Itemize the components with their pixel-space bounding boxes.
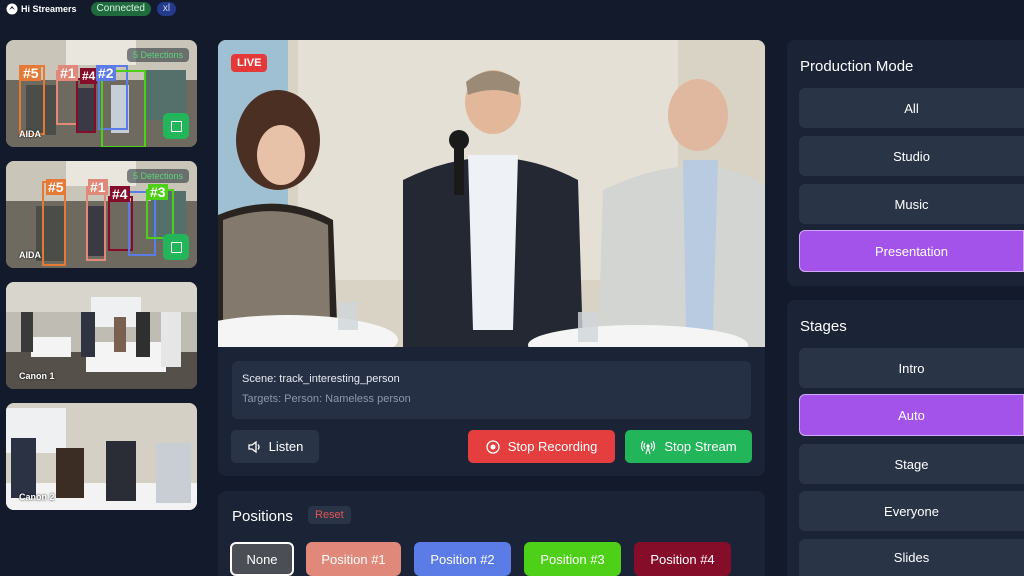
- position-4-button[interactable]: Position #4: [634, 542, 731, 576]
- detection-box: [76, 78, 96, 133]
- stage-intro-button[interactable]: Intro: [799, 348, 1024, 388]
- mode-label: All: [904, 100, 919, 116]
- listen-label: Listen: [268, 439, 304, 454]
- camera-label: Canon 2: [19, 492, 55, 502]
- detection-tag: #2: [96, 65, 116, 81]
- mode-label: Presentation: [875, 243, 948, 259]
- position-label: None: [246, 551, 278, 567]
- stage-label: Slides: [893, 550, 930, 565]
- app-logo: Hi Streamers: [6, 3, 77, 15]
- stage-slides-button[interactable]: Slides: [799, 539, 1024, 576]
- mode-all-button[interactable]: All: [799, 88, 1024, 128]
- camera-label: Canon 1: [19, 371, 55, 381]
- square-icon: [170, 120, 182, 132]
- stages-panel: Stages Intro Auto Stage Everyone Slides: [787, 300, 1024, 576]
- position-label: Position #4: [650, 551, 715, 567]
- app-name: Hi Streamers: [21, 4, 77, 14]
- stage-label: Auto: [898, 407, 925, 423]
- scene-info-box: Scene: track_interesting_person Targets:…: [232, 361, 751, 419]
- camera-label: AIDA: [19, 129, 41, 139]
- logo-icon: [6, 3, 18, 15]
- stage-label: Everyone: [884, 503, 939, 519]
- detection-tag: #4: [110, 186, 130, 202]
- detection-tag: #1: [88, 179, 108, 195]
- positions-title: Positions: [232, 508, 293, 525]
- scene-control-panel: Scene: track_interesting_person Targets:…: [218, 347, 765, 476]
- mode-label: Studio: [893, 148, 930, 164]
- select-camera-button[interactable]: [163, 113, 189, 139]
- detection-count-badge: 5 Detections: [126, 48, 189, 62]
- scene-name: Scene: track_interesting_person: [242, 373, 400, 385]
- mode-presentation-button[interactable]: Presentation: [799, 230, 1024, 272]
- stop-stream-label: Stop Stream: [664, 439, 737, 454]
- mode-studio-button[interactable]: Studio: [799, 136, 1024, 176]
- position-none-button[interactable]: None: [230, 542, 294, 576]
- detection-box: [101, 70, 146, 147]
- select-camera-button[interactable]: [163, 234, 189, 260]
- connection-status-badge: Connected: [90, 2, 151, 16]
- stage-label: Intro: [898, 360, 925, 376]
- stop-recording-button[interactable]: Stop Recording: [468, 430, 615, 463]
- detection-tag: #5: [21, 65, 41, 81]
- camera-thumb-canon-2[interactable]: Canon 2: [6, 403, 197, 510]
- camera-label: AIDA: [19, 250, 41, 260]
- detection-tag: #1: [58, 65, 78, 81]
- stage-label: Stage: [894, 456, 929, 472]
- listen-button[interactable]: Listen: [231, 430, 319, 463]
- square-icon: [170, 241, 182, 253]
- stage-everyone-button[interactable]: Everyone: [799, 491, 1024, 531]
- mode-label: Music: [894, 196, 929, 212]
- main-video-feed: LIVE: [218, 40, 765, 347]
- production-mode-title: Production Mode: [800, 58, 914, 75]
- top-bar: Hi Streamers Connected xl: [0, 0, 1024, 18]
- position-label: Position #3: [540, 551, 605, 567]
- position-label: Position #2: [430, 551, 495, 567]
- speaker-icon: [247, 440, 260, 453]
- stage-auto-button[interactable]: Auto: [799, 394, 1024, 436]
- camera-thumb-aida-1[interactable]: #5 #1 #4 #2 5 Detections AIDA: [6, 40, 197, 147]
- stage-stage-button[interactable]: Stage: [799, 444, 1024, 484]
- positions-panel: Positions Reset None Position #1 Positio…: [218, 491, 765, 576]
- size-badge: xl: [156, 2, 177, 16]
- scene-targets: Targets: Person: Nameless person: [242, 393, 411, 405]
- live-badge: LIVE: [231, 54, 268, 72]
- mode-music-button[interactable]: Music: [799, 184, 1024, 224]
- detection-count-badge: 5 Detections: [126, 169, 189, 183]
- detection-tag: #3: [148, 184, 168, 200]
- record-icon: [486, 439, 500, 454]
- camera-thumb-aida-2[interactable]: #5 #1 #4 #3 5 Detections AIDA: [6, 161, 197, 268]
- position-3-button[interactable]: Position #3: [524, 542, 621, 576]
- video-frame-image: [218, 40, 765, 347]
- detection-tag: #4: [80, 68, 98, 84]
- stop-recording-label: Stop Recording: [507, 439, 598, 454]
- broadcast-icon: [641, 440, 656, 454]
- stop-stream-button[interactable]: Stop Stream: [625, 430, 752, 463]
- position-label: Position #1: [321, 551, 386, 567]
- detection-tag: #5: [46, 179, 66, 195]
- stages-title: Stages: [800, 318, 847, 335]
- production-mode-panel: Production Mode All Studio Music Present…: [787, 40, 1024, 286]
- detection-box: [86, 186, 106, 261]
- position-1-button[interactable]: Position #1: [306, 542, 401, 576]
- reset-positions-button[interactable]: Reset: [308, 506, 351, 524]
- camera-thumb-canon-1[interactable]: Canon 1: [6, 282, 197, 389]
- position-2-button[interactable]: Position #2: [414, 542, 511, 576]
